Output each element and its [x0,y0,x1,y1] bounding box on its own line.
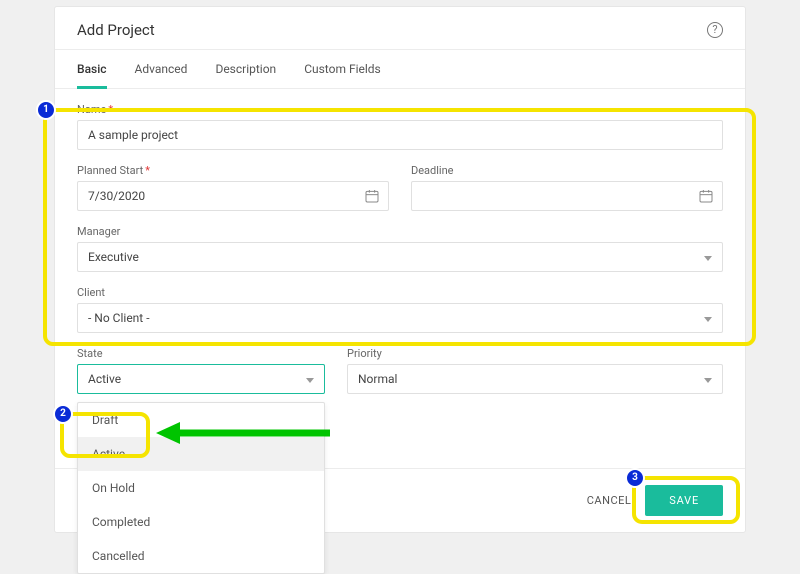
state-option-draft[interactable]: Draft [78,403,324,437]
calendar-icon [698,188,714,204]
name-label: Name* [77,103,723,116]
tab-custom-fields[interactable]: Custom Fields [304,62,381,88]
name-input[interactable]: A sample project [77,120,723,150]
state-label: State [77,347,325,360]
deadline-input[interactable] [411,181,723,211]
save-button[interactable]: SAVE [645,485,723,516]
tab-basic[interactable]: Basic [77,62,107,89]
state-dropdown[interactable]: Draft Active On Hold Completed Cancelled [77,402,325,574]
manager-label: Manager [77,225,723,238]
client-label: Client [77,286,723,299]
state-option-active[interactable]: Active [78,437,324,471]
state-select[interactable]: Active [77,364,325,394]
planned-start-label: Planned Start* [77,164,389,177]
priority-select[interactable]: Normal [347,364,723,394]
planned-start-input[interactable]: 7/30/2020 [77,181,389,211]
priority-label: Priority [347,347,723,360]
calendar-icon [364,188,380,204]
help-icon[interactable]: ? [707,22,723,38]
state-option-on-hold[interactable]: On Hold [78,471,324,505]
tab-advanced[interactable]: Advanced [135,62,188,88]
manager-select[interactable]: Executive [77,242,723,272]
deadline-label: Deadline [411,164,723,177]
tab-bar: Basic Advanced Description Custom Fields [55,50,745,89]
dialog-title: Add Project [77,21,155,39]
state-option-cancelled[interactable]: Cancelled [78,539,324,573]
tab-description[interactable]: Description [215,62,276,88]
client-select[interactable]: - No Client - [77,303,723,333]
dialog-header: Add Project ? [55,7,745,49]
cancel-button[interactable]: CANCEL [587,494,632,507]
